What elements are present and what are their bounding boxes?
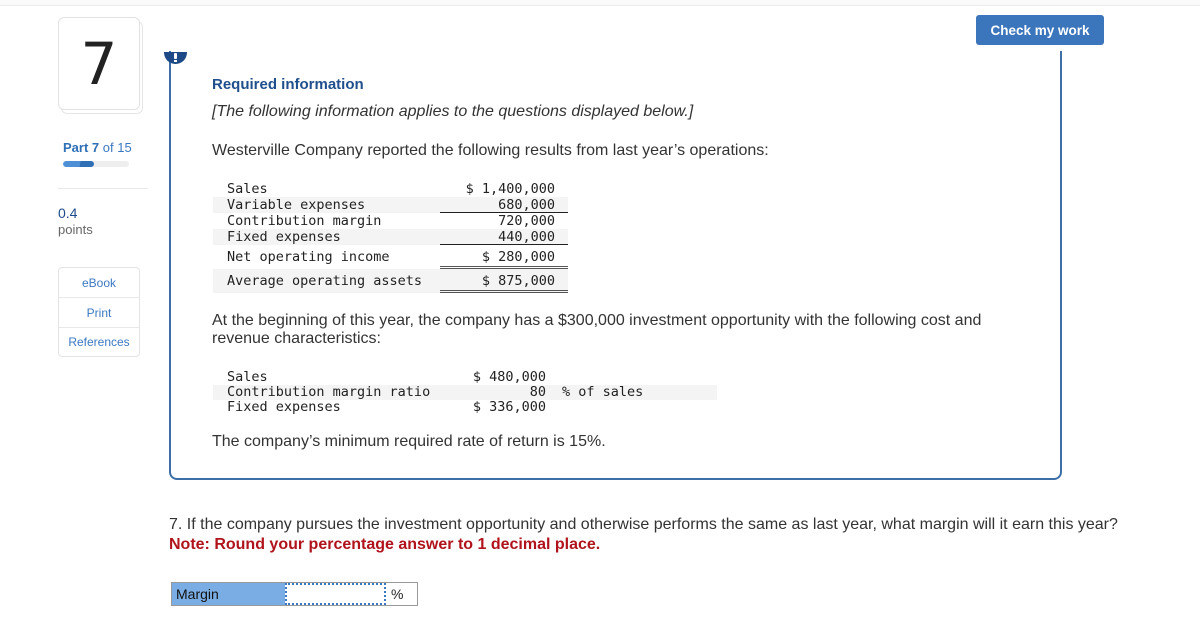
table-row: Fixed expenses $ 336,000	[213, 400, 717, 415]
part-current: 7	[91, 140, 100, 155]
last-year-results-table: Sales $ 1,400,000 Variable expenses 680,…	[213, 181, 568, 293]
row-value: 440,000	[498, 229, 555, 245]
row-value: $ 875,000	[481, 273, 555, 289]
part-progress-fill	[63, 161, 94, 167]
table-row: Net operating income $ 280,000	[213, 245, 568, 269]
row-label: Sales	[227, 369, 268, 385]
row-value: 680,000	[498, 197, 555, 213]
question-number-card: 7	[58, 17, 140, 110]
row-label: Contribution margin ratio	[227, 384, 431, 400]
question-number: 7	[80, 29, 118, 98]
points-label: points	[58, 222, 93, 237]
margin-input[interactable]	[285, 583, 386, 605]
table-row: Fixed expenses 440,000	[213, 229, 568, 245]
table-row: Average operating assets $ 875,000	[213, 269, 568, 293]
resource-links: eBook Print References	[58, 267, 140, 357]
intro-text: Westerville Company reported the followi…	[212, 142, 769, 159]
row-value: $ 480,000	[472, 369, 546, 385]
margin-answer-row: Margin %	[171, 582, 418, 606]
row-value: 720,000	[498, 213, 555, 229]
points-value: 0.4	[58, 205, 78, 221]
check-my-work-button[interactable]: Check my work	[976, 15, 1104, 45]
part-indicator: Part 7 of 15	[63, 140, 132, 155]
opportunity-text: At the beginning of this year, the compa…	[212, 312, 982, 347]
part-prefix: Part	[63, 140, 89, 155]
rail-divider	[58, 188, 148, 189]
table-row: Contribution margin ratio 80 % of sales	[213, 385, 717, 400]
required-info-subtitle: [The following information applies to th…	[212, 103, 694, 120]
opportunity-table: Sales $ 480,000 Contribution margin rati…	[213, 370, 717, 415]
percent-unit: %	[386, 583, 417, 605]
rounding-note: Note: Round your percentage answer to 1 …	[169, 536, 601, 553]
table-row: Sales $ 480,000	[213, 370, 717, 385]
row-label: Sales	[227, 181, 268, 197]
row-label: Contribution margin	[227, 213, 382, 229]
min-rate-text: The company’s minimum required rate of r…	[212, 433, 606, 450]
table-row: Sales $ 1,400,000	[213, 181, 568, 197]
ebook-link[interactable]: eBook	[59, 268, 139, 298]
references-link[interactable]: References	[59, 328, 139, 356]
row-unit: % of sales	[562, 384, 644, 400]
row-label: Fixed expenses	[227, 399, 341, 415]
row-value: $ 280,000	[481, 249, 555, 265]
row-label: Fixed expenses	[227, 229, 341, 245]
table-row: Variable expenses 680,000	[213, 197, 568, 213]
part-total: of 15	[102, 140, 132, 155]
part-progress-bar	[63, 161, 129, 167]
row-value: $ 1,400,000	[465, 181, 555, 197]
row-label: Variable expenses	[227, 197, 366, 213]
margin-label: Margin	[172, 583, 285, 605]
top-rule	[0, 0, 1200, 6]
row-value: 80	[529, 384, 546, 400]
table-row: Contribution margin 720,000	[213, 213, 568, 229]
print-link[interactable]: Print	[59, 298, 139, 328]
required-info-title: Required information	[212, 76, 364, 93]
question-text: 7. If the company pursues the investment…	[169, 516, 1118, 533]
row-value: $ 336,000	[472, 399, 546, 415]
row-label: Net operating income	[227, 249, 390, 265]
row-label: Average operating assets	[227, 273, 423, 289]
